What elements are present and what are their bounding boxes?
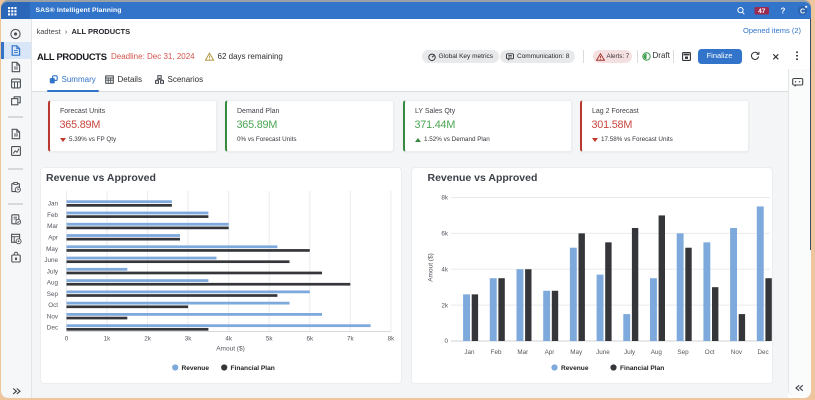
svg-text:Apr: Apr [545, 349, 555, 356]
svg-text:Aug: Aug [47, 280, 59, 287]
svg-text:47: 47 [758, 8, 766, 15]
svg-text:Feb: Feb [47, 212, 58, 219]
svg-text:Jan: Jan [48, 201, 59, 208]
svg-text:2k: 2k [144, 336, 152, 343]
svg-text:Revenue: Revenue [561, 365, 589, 372]
svg-text:July: July [47, 268, 59, 275]
svg-text:Oct: Oct [705, 349, 715, 356]
svg-text:4k: 4k [441, 266, 449, 273]
svg-text:1k: 1k [104, 336, 112, 343]
svg-text:Aug: Aug [651, 349, 663, 356]
svg-text:Sep: Sep [47, 291, 59, 298]
svg-text:Financial Plan: Financial Plan [231, 365, 275, 372]
svg-text:June: June [44, 257, 58, 264]
svg-text:2k: 2k [441, 302, 449, 309]
svg-text:C: C [800, 8, 805, 15]
svg-text:June: June [596, 349, 610, 356]
svg-text:?: ? [781, 6, 786, 15]
svg-text:8k: 8k [441, 195, 449, 202]
svg-text:Nov: Nov [47, 313, 59, 320]
svg-text:Nov: Nov [731, 349, 743, 356]
svg-text:Jan: Jan [464, 349, 475, 356]
svg-text:7k: 7k [347, 336, 355, 343]
svg-text:Apr: Apr [48, 235, 58, 242]
svg-text:Mar: Mar [47, 223, 58, 230]
svg-text:Oct: Oct [48, 302, 58, 309]
svg-text:5k: 5k [266, 336, 274, 343]
svg-text:Feb: Feb [491, 349, 502, 356]
svg-text:Sep: Sep [677, 349, 689, 356]
svg-text:Amout ($): Amout ($) [428, 253, 435, 282]
svg-text:4k: 4k [225, 336, 233, 343]
svg-text:Amout ($): Amout ($) [216, 346, 245, 353]
svg-text:8k: 8k [388, 336, 396, 343]
svg-text:Mar: Mar [517, 349, 528, 356]
svg-text:Financial Plan: Financial Plan [620, 365, 664, 372]
svg-text:0: 0 [65, 336, 69, 343]
svg-text:0: 0 [444, 338, 448, 345]
svg-text:6k: 6k [306, 336, 314, 343]
svg-text:May: May [46, 246, 59, 253]
svg-text:May: May [570, 349, 583, 356]
svg-text:6k: 6k [441, 231, 449, 238]
svg-text:3k: 3k [185, 336, 193, 343]
svg-text:July: July [624, 349, 636, 356]
svg-text:Revenue: Revenue [182, 365, 210, 372]
svg-text:Dec: Dec [757, 349, 768, 356]
svg-text:Dec: Dec [47, 325, 58, 332]
